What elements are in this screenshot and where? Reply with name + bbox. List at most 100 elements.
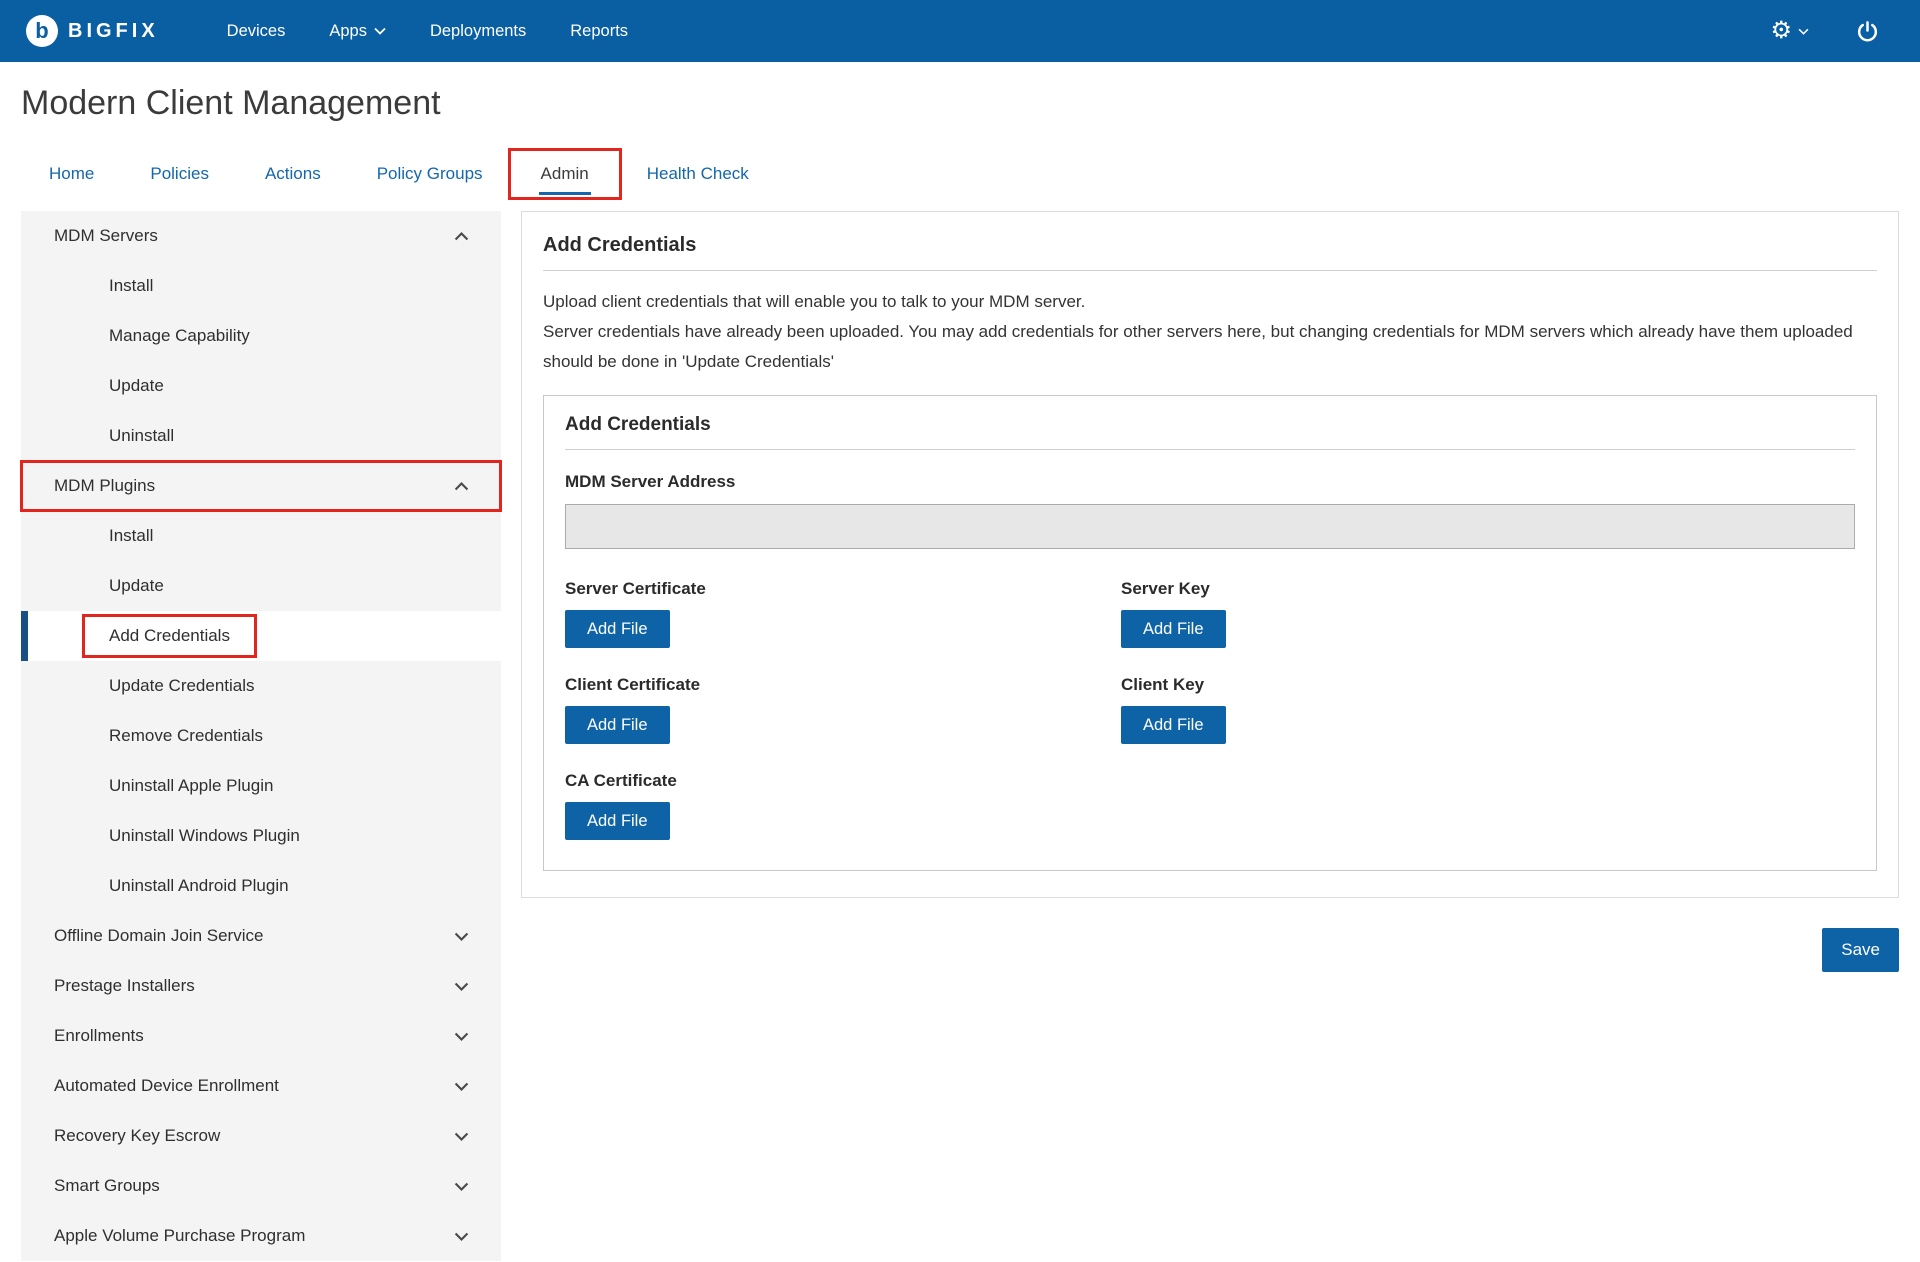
nav-item-deployments[interactable]: Deployments: [408, 0, 548, 62]
sidebar-item-remove-credentials[interactable]: Remove Credentials: [21, 711, 501, 761]
sidebar-section-smart-groups[interactable]: Smart Groups: [21, 1161, 501, 1211]
power-icon: [1855, 19, 1880, 44]
tab-policies[interactable]: Policies: [122, 151, 237, 197]
sidebar-section-label: Recovery Key Escrow: [54, 1126, 220, 1146]
field-server-certificate: Server Certificate Add File: [565, 579, 1121, 648]
nav-label: Reports: [570, 22, 628, 41]
nav-item-reports[interactable]: Reports: [548, 0, 650, 62]
chevron-up-icon: [452, 227, 471, 246]
tab-admin[interactable]: Admin: [511, 151, 619, 197]
mdm-server-address-input[interactable]: [565, 504, 1855, 549]
save-button[interactable]: Save: [1822, 928, 1899, 972]
field-ca-certificate: CA Certificate Add File: [565, 771, 1121, 840]
mdm-server-address-label: MDM Server Address: [565, 472, 1855, 492]
field-label: CA Certificate: [565, 771, 1121, 791]
sidebar-item-uninstall-windows-plugin[interactable]: Uninstall Windows Plugin: [21, 811, 501, 861]
sidebar-item-plugin-update[interactable]: Update: [21, 561, 501, 611]
sidebar-item-manage-capability[interactable]: Manage Capability: [21, 311, 501, 361]
sidebar-item-label: Update: [109, 576, 164, 596]
tab-label: Admin: [539, 154, 591, 195]
sidebar-item-label: Uninstall Windows Plugin: [109, 826, 300, 846]
bigfix-logo[interactable]: b BIGFIX: [26, 15, 159, 47]
main-column: Add Credentials Upload client credential…: [521, 211, 1899, 972]
chevron-down-icon: [452, 977, 471, 996]
chevron-down-icon: [452, 1127, 471, 1146]
sidebar-section-label: Offline Domain Join Service: [54, 926, 263, 946]
sidebar-section-mdm-plugins[interactable]: MDM Plugins: [21, 461, 501, 511]
nav-label: Apps: [329, 22, 367, 41]
tab-home[interactable]: Home: [21, 151, 122, 197]
sidebar-item-uninstall[interactable]: Uninstall: [21, 411, 501, 461]
tab-label: Home: [49, 164, 94, 184]
chevron-down-icon: [452, 1027, 471, 1046]
add-file-button-ca-certificate[interactable]: Add File: [565, 802, 670, 840]
save-row: Save: [521, 928, 1899, 972]
settings-menu-button[interactable]: ⚙: [1770, 19, 1809, 43]
field-client-key: Client Key Add File: [1121, 675, 1855, 744]
top-navigation: Devices Apps Deployments Reports: [205, 0, 650, 62]
certificate-fields: Server Certificate Add File Server Key A…: [565, 579, 1855, 840]
add-file-button-client-key[interactable]: Add File: [1121, 706, 1226, 744]
chevron-down-icon: [452, 927, 471, 946]
sidebar-section-label: Smart Groups: [54, 1176, 160, 1196]
sidebar-section-recovery-key-escrow[interactable]: Recovery Key Escrow: [21, 1111, 501, 1161]
bigfix-logo-icon: b: [26, 15, 58, 47]
sidebar-section-offline-domain-join-service[interactable]: Offline Domain Join Service: [21, 911, 501, 961]
divider: [565, 449, 1855, 450]
sidebar-item-update[interactable]: Update: [21, 361, 501, 411]
chevron-down-icon: [452, 1177, 471, 1196]
sidebar-item-add-credentials[interactable]: Add Credentials: [21, 611, 501, 661]
add-file-button-client-certificate[interactable]: Add File: [565, 706, 670, 744]
description-line: Server credentials have already been upl…: [543, 317, 1877, 377]
divider: [543, 270, 1877, 271]
card-title: Add Credentials: [565, 414, 1855, 436]
content-area: MDM Servers Install Manage Capability Up…: [21, 211, 1899, 1261]
sidebar-section-enrollments[interactable]: Enrollments: [21, 1011, 501, 1061]
sidebar-item-label: Uninstall: [109, 426, 174, 446]
tab-health-check[interactable]: Health Check: [619, 151, 777, 197]
sidebar-section-mdm-servers[interactable]: MDM Servers: [21, 211, 501, 261]
sidebar-item-update-credentials[interactable]: Update Credentials: [21, 661, 501, 711]
sidebar-item-uninstall-android-plugin[interactable]: Uninstall Android Plugin: [21, 861, 501, 911]
top-bar-actions: ⚙: [1770, 19, 1894, 44]
sidebar-section-label: Enrollments: [54, 1026, 144, 1046]
description: Upload client credentials that will enab…: [543, 287, 1877, 377]
sidebar-item-label: Uninstall Android Plugin: [109, 876, 289, 896]
field-label: Server Certificate: [565, 579, 1121, 599]
field-label: Client Key: [1121, 675, 1855, 695]
sidebar-item-label: Uninstall Apple Plugin: [109, 776, 273, 796]
section-title: Add Credentials: [543, 234, 1877, 257]
sidebar-item-uninstall-apple-plugin[interactable]: Uninstall Apple Plugin: [21, 761, 501, 811]
sidebar-section-label: MDM Servers: [54, 226, 158, 246]
tab-bar: Home Policies Actions Policy Groups Admi…: [21, 151, 1920, 197]
main-panel: Add Credentials Upload client credential…: [521, 211, 1899, 898]
add-file-button-server-certificate[interactable]: Add File: [565, 610, 670, 648]
sidebar-section-prestage-installers[interactable]: Prestage Installers: [21, 961, 501, 1011]
chevron-down-icon: [452, 1077, 471, 1096]
field-client-certificate: Client Certificate Add File: [565, 675, 1121, 744]
sidebar-item-plugin-install[interactable]: Install: [21, 511, 501, 561]
sidebar-item-label: Add Credentials: [85, 617, 254, 655]
sidebar-item-install[interactable]: Install: [21, 261, 501, 311]
field-label: Server Key: [1121, 579, 1855, 599]
sidebar-section-label: Automated Device Enrollment: [54, 1076, 279, 1096]
chevron-down-icon: [374, 27, 386, 35]
sidebar-section-automated-device-enrollment[interactable]: Automated Device Enrollment: [21, 1061, 501, 1111]
tab-label: Actions: [265, 164, 321, 184]
nav-item-apps[interactable]: Apps: [307, 0, 408, 62]
sidebar-item-label: Remove Credentials: [109, 726, 263, 746]
nav-label: Deployments: [430, 22, 526, 41]
nav-item-devices[interactable]: Devices: [205, 0, 308, 62]
tab-actions[interactable]: Actions: [237, 151, 349, 197]
sidebar-item-label: Install: [109, 276, 153, 296]
chevron-up-icon: [452, 477, 471, 496]
add-file-button-server-key[interactable]: Add File: [1121, 610, 1226, 648]
sidebar-section-label: Apple Volume Purchase Program: [54, 1226, 305, 1246]
description-line: Upload client credentials that will enab…: [543, 287, 1877, 317]
sidebar-item-label: Update Credentials: [109, 676, 255, 696]
tab-label: Health Check: [647, 164, 749, 184]
logout-button[interactable]: [1855, 19, 1880, 44]
sidebar-item-label: Install: [109, 526, 153, 546]
sidebar-section-apple-volume-purchase-program[interactable]: Apple Volume Purchase Program: [21, 1211, 501, 1261]
tab-policy-groups[interactable]: Policy Groups: [349, 151, 511, 197]
